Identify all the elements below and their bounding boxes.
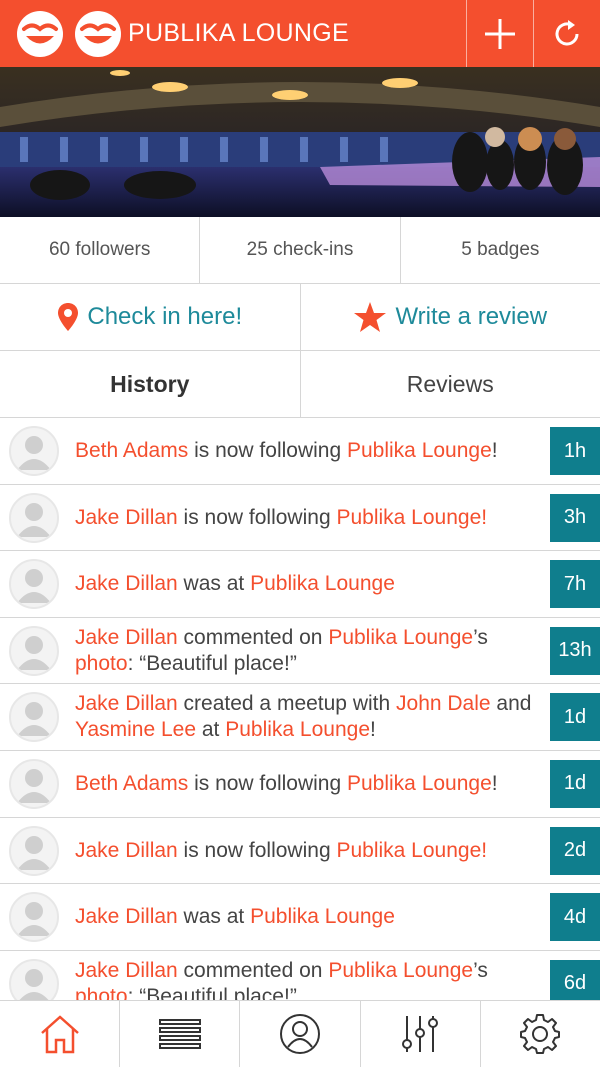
venue-stats: 60 followers 25 check-ins 5 badges	[0, 217, 600, 284]
gear-icon	[520, 1014, 561, 1054]
time-badge: 1d	[550, 759, 600, 808]
refresh-button[interactable]	[533, 0, 600, 67]
list-item[interactable]: Jake Dillan was at Publika Lounge 4d	[0, 884, 600, 951]
check-in-button[interactable]: Check in here!	[0, 284, 301, 350]
place-link[interactable]: Publika Lounge	[328, 626, 473, 649]
time-badge: 1d	[550, 693, 600, 742]
avatar[interactable]	[9, 958, 59, 1000]
sliders-icon	[402, 1016, 439, 1052]
activity-feed: Beth Adams is now following Publika Loun…	[0, 418, 600, 1000]
plus-icon	[485, 18, 515, 49]
feed-text: Jake Dillan is now following Publika Lou…	[75, 838, 488, 862]
place-link[interactable]: Publika Lounge	[328, 959, 473, 982]
photo-link[interactable]: photo	[75, 985, 128, 1000]
followers-count[interactable]: 60 followers	[0, 217, 201, 283]
profile-icon	[280, 1014, 320, 1054]
avatar[interactable]	[9, 692, 59, 743]
feed-text: Jake Dillan created a meetup with John D…	[75, 692, 532, 742]
user-link[interactable]: Beth Adams	[75, 439, 188, 462]
page-title: PUBLIKA LOUNGE	[128, 19, 349, 47]
star-icon	[354, 302, 387, 332]
feed-text: Jake Dillan commented on Publika Lounge’…	[75, 625, 488, 675]
user-link[interactable]: John Dale	[396, 692, 491, 715]
avatar[interactable]	[9, 758, 59, 809]
write-review-label: Write a review	[395, 303, 548, 330]
check-in-label: Check in here!	[87, 303, 243, 330]
home-icon	[40, 1015, 79, 1054]
avatar[interactable]	[9, 892, 59, 943]
avatar[interactable]	[9, 625, 59, 676]
photo-link[interactable]: photo	[75, 652, 128, 675]
list-item[interactable]: Jake Dillan commented on Publika Lounge’…	[0, 951, 600, 1000]
feed-text: Jake Dillan was at Publika Lounge	[75, 572, 395, 596]
smiley-logo-icon[interactable]	[0, 0, 128, 67]
user-link[interactable]: Jake Dillan	[75, 692, 178, 715]
list-item[interactable]: Beth Adams is now following Publika Loun…	[0, 418, 600, 485]
feed-text: Beth Adams is now following Publika Loun…	[75, 439, 498, 462]
user-link[interactable]: Jake Dillan	[75, 572, 178, 595]
user-link[interactable]: Yasmine Lee	[75, 718, 196, 741]
user-link[interactable]: Jake Dillan	[75, 905, 178, 928]
location-pin-icon	[58, 303, 79, 331]
avatar[interactable]	[9, 559, 59, 610]
avatar[interactable]	[9, 825, 59, 876]
feed-text: Jake Dillan was at Publika Lounge	[75, 905, 395, 929]
nav-home[interactable]	[0, 1001, 121, 1067]
list-item[interactable]: Jake Dillan was at Publika Lounge 7h	[0, 551, 600, 618]
venue-tabs: History Reviews	[0, 351, 600, 418]
user-link[interactable]: Jake Dillan	[75, 959, 178, 982]
place-link[interactable]: Publika Lounge!	[336, 506, 487, 529]
venue-actions: Check in here! Write a review	[0, 284, 600, 351]
place-link[interactable]: Publika Lounge	[225, 718, 370, 741]
place-link[interactable]: Publika Lounge	[347, 439, 492, 462]
time-badge: 3h	[550, 493, 600, 542]
feed-text: Beth Adams is now following Publika Loun…	[75, 771, 498, 795]
place-link[interactable]: Publika Lounge!	[336, 839, 487, 862]
add-button[interactable]	[466, 0, 533, 67]
user-link[interactable]: Beth Adams	[75, 772, 188, 795]
time-badge: 2d	[550, 826, 600, 875]
venue-photo	[0, 67, 600, 217]
feed-text: Jake Dillan is now following Publika Lou…	[75, 505, 488, 529]
list-item[interactable]: Jake Dillan is now following Publika Lou…	[0, 485, 600, 552]
place-link[interactable]: Publika Lounge	[250, 905, 395, 928]
write-review-button[interactable]: Write a review	[301, 284, 600, 350]
list-item[interactable]: Jake Dillan created a meetup with John D…	[0, 684, 600, 751]
time-badge: 7h	[550, 560, 600, 609]
nav-filters[interactable]	[361, 1001, 481, 1067]
checkins-count[interactable]: 25 check-ins	[200, 217, 401, 283]
list-item[interactable]: Jake Dillan commented on Publika Lounge’…	[0, 618, 600, 685]
bottom-nav	[0, 1000, 600, 1067]
time-badge: 13h	[550, 626, 600, 675]
list-item[interactable]: Beth Adams is now following Publika Loun…	[0, 751, 600, 818]
nav-settings[interactable]	[481, 1001, 600, 1067]
user-link[interactable]: Jake Dillan	[75, 839, 178, 862]
tab-reviews[interactable]: Reviews	[301, 351, 600, 417]
place-link[interactable]: Publika Lounge	[347, 772, 492, 795]
user-link[interactable]: Jake Dillan	[75, 626, 178, 649]
time-badge: 1h	[550, 427, 600, 475]
feed-text: Jake Dillan commented on Publika Lounge’…	[75, 958, 542, 1000]
badges-count[interactable]: 5 badges	[401, 217, 600, 283]
tab-history[interactable]: History	[0, 351, 301, 417]
avatar[interactable]	[9, 426, 59, 476]
nav-profile[interactable]	[240, 1001, 361, 1067]
list-item[interactable]: Jake Dillan is now following Publika Lou…	[0, 818, 600, 885]
avatar[interactable]	[9, 492, 59, 543]
app-header: PUBLIKA LOUNGE	[0, 0, 600, 67]
nav-list[interactable]	[120, 1001, 241, 1067]
user-link[interactable]: Jake Dillan	[75, 506, 178, 529]
place-link[interactable]: Publika Lounge	[250, 572, 395, 595]
refresh-icon	[555, 19, 579, 45]
time-badge: 6d	[550, 959, 600, 1000]
time-badge: 4d	[550, 893, 600, 942]
list-icon	[158, 1019, 201, 1049]
